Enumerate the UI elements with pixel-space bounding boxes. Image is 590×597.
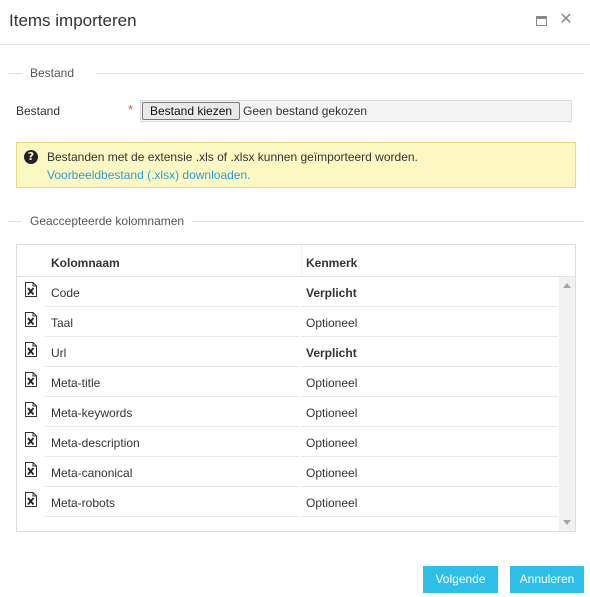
excel-file-icon: [25, 492, 37, 507]
column-name-cell: Meta-title: [51, 376, 101, 390]
column-attribute-cell: Optioneel: [306, 496, 358, 510]
next-button[interactable]: Volgende: [423, 566, 498, 593]
excel-file-icon: [25, 372, 37, 387]
column-name-cell: Meta-description: [51, 436, 140, 450]
table-row[interactable]: Meta-description Optioneel: [17, 427, 559, 457]
table-row[interactable]: Meta-robots Optioneel: [17, 487, 559, 517]
column-attribute-cell: Verplicht: [306, 286, 357, 300]
table-row[interactable]: Code Verplicht: [17, 277, 559, 307]
column-attribute-cell: Optioneel: [306, 436, 358, 450]
excel-file-icon: [25, 312, 37, 327]
column-header-attribute[interactable]: Kenmerk: [306, 256, 357, 270]
excel-file-icon: [25, 462, 37, 477]
required-indicator: *: [128, 102, 134, 117]
question-icon: ?: [24, 150, 38, 164]
scroll-down-arrow-icon[interactable]: [563, 520, 571, 525]
column-attribute-cell: Optioneel: [306, 466, 358, 480]
dialog-titlebar: Items importeren ✕: [0, 0, 590, 45]
excel-file-icon: [25, 402, 37, 417]
excel-file-icon: [25, 282, 37, 297]
column-name-cell: Url: [51, 346, 67, 360]
import-dialog: Items importeren ✕ Bestand Bestand * Bes…: [0, 0, 590, 597]
column-name-cell: Meta-keywords: [51, 406, 133, 420]
column-attribute-cell: Optioneel: [306, 406, 358, 420]
info-text: Bestanden met de extensie .xls of .xlsx …: [47, 150, 418, 164]
dialog-title: Items importeren: [9, 11, 137, 30]
column-name-cell: Taal: [51, 316, 74, 330]
scroll-up-arrow-icon[interactable]: [563, 283, 571, 288]
download-example-link[interactable]: Voorbeeldbestand (.xlsx) downloaden.: [47, 168, 250, 182]
close-icon[interactable]: ✕: [559, 11, 573, 28]
file-field-label: Bestand: [16, 104, 61, 118]
column-name-cell: Meta-robots: [51, 496, 116, 510]
table-row[interactable]: Meta-canonical Optioneel: [17, 457, 559, 487]
column-name-cell: Meta-canonical: [51, 466, 133, 480]
table-row[interactable]: Meta-title Optioneel: [17, 367, 559, 397]
file-section-legend: Bestand: [8, 66, 584, 80]
table-row[interactable]: Url Verplicht: [17, 337, 559, 367]
column-name-cell: Code: [51, 286, 80, 300]
columns-section-legend: Geaccepteerde kolomnamen: [8, 214, 584, 228]
column-attribute-cell: Optioneel: [306, 376, 358, 390]
grid-scrollbar[interactable]: [559, 277, 575, 531]
table-row[interactable]: Taal Optioneel: [17, 307, 559, 337]
grid-header: Kolomnaam Kenmerk: [17, 245, 575, 277]
choose-file-button[interactable]: Bestand kiezen: [142, 102, 241, 120]
column-header-name[interactable]: Kolomnaam: [51, 256, 120, 270]
column-attribute-cell: Verplicht: [306, 346, 357, 360]
table-row[interactable]: Meta-keywords Optioneel: [17, 397, 559, 427]
excel-file-icon: [25, 342, 37, 357]
file-status-text: Geen bestand gekozen: [243, 104, 368, 118]
info-notice: ? Bestanden met de extensie .xls of .xls…: [16, 142, 576, 188]
excel-file-icon: [25, 432, 37, 447]
columns-grid: Kolomnaam Kenmerk Code Verplicht Taal Optio…: [16, 244, 576, 532]
column-attribute-cell: Optioneel: [306, 316, 358, 330]
grid-body: Code Verplicht Taal Optioneel Url Verplicht Me…: [17, 277, 559, 517]
cancel-button[interactable]: Annuleren: [510, 566, 584, 593]
file-section-title: Bestand: [30, 66, 83, 80]
file-input[interactable]: Bestand kiezen Geen bestand gekozen: [140, 100, 572, 122]
columns-section-title: Geaccepteerde kolomnamen: [30, 214, 193, 228]
maximize-icon[interactable]: [535, 14, 549, 28]
